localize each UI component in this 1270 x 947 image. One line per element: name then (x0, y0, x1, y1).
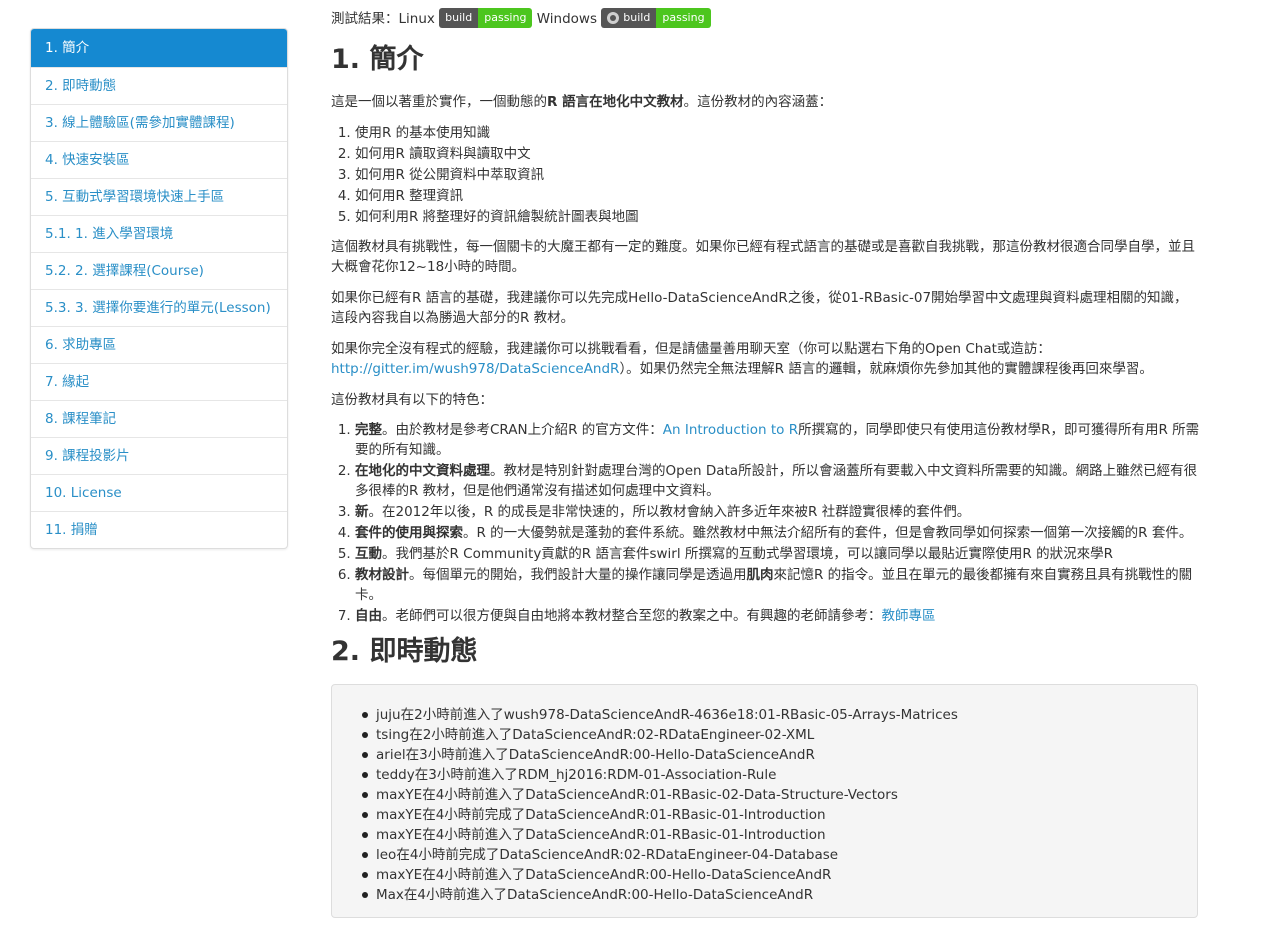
bold-text: 自由 (355, 608, 382, 624)
sidebar-item-origin[interactable]: 7. 緣起 (31, 363, 287, 400)
intro-heading: 1. 簡介 (331, 44, 424, 75)
bold-text: R 語言在地化中文教材 (547, 94, 684, 110)
gitter-link[interactable]: http://gitter.im/wush978/DataScienceAndR (331, 361, 619, 377)
badge-right-text: passing (656, 8, 711, 28)
text: 。由於教材是參考CRAN上介紹R 的官方文件： (382, 422, 663, 438)
list-item: 互動。我們基於R Community貢獻的R 語言套件swirl 所撰寫的互動式… (355, 544, 1200, 564)
activity-item: teddy在3小時前進入了RDM_hj2016:RDM-01-Associati… (362, 765, 1197, 785)
list-item: 在地化的中文資料處理。教材是特別針對處理台灣的Open Data所設計，所以會涵… (355, 461, 1200, 501)
feature-list: 完整。由於教材是參考CRAN上介紹R 的官方文件：An Introduction… (331, 420, 1200, 626)
text: ）。如果仍然完全無法理解R 語言的邏輯，就麻煩你先參加其他的實體課程後再回來學習… (619, 361, 1153, 377)
list-item: 教材設計。每個單元的開始，我們設計大量的操作讓同學是透過用肌肉來記憶R 的指令。… (355, 565, 1200, 605)
list-item: 如何用R 從公開資料中萃取資訊 (355, 165, 1200, 186)
list-item: 使用R 的基本使用知識 (355, 123, 1200, 144)
badge-right-text: passing (478, 8, 533, 28)
sidebar-item-intro[interactable]: 1. 簡介 (31, 29, 287, 67)
bold-text: 新 (355, 504, 369, 520)
teacher-zone-link[interactable]: 教師專區 (882, 608, 936, 624)
sidebar-item-live[interactable]: 2. 即時動態 (31, 67, 287, 104)
text: 。我們基於R Community貢獻的R 語言套件swirl 所撰寫的互動式學習… (382, 546, 1113, 562)
bold-text: 完整 (355, 422, 382, 438)
text: 。每個單元的開始，我們設計大量的操作讓同學是透過用 (409, 567, 747, 583)
challenge-paragraph: 這個教材具有挑戰性，每一個關卡的大魔王都有一定的難度。如果你已經有程式語言的基礎… (331, 239, 1195, 275)
sidebar-item-quick-install[interactable]: 4. 快速安裝區 (31, 141, 287, 178)
sidebar-item-choose-lesson[interactable]: 5.3. 3. 選擇你要進行的單元(Lesson) (31, 289, 287, 326)
live-heading: 2. 即時動態 (331, 636, 478, 667)
text: 如果你完全沒有程式的經驗，我建議你可以挑戰看看，但是請儘量善用聊天室（你可以點選… (331, 341, 1051, 357)
text: 。這份教材的內容涵蓋： (683, 94, 833, 110)
bold-text: 在地化的中文資料處理 (355, 463, 490, 479)
test-results: 測試結果：Linux build passing Windows build pas… (331, 8, 1200, 30)
sidebar-item-help[interactable]: 6. 求助專區 (31, 326, 287, 363)
sidebar-item-choose-course[interactable]: 5.2. 2. 選擇課程(Course) (31, 252, 287, 289)
main-content: 測試結果：Linux build passing Windows build pas… (331, 0, 1200, 918)
windows-build-badge[interactable]: build passing (601, 8, 711, 28)
sidebar-nav: 1. 簡介 2. 即時動態 3. 線上體驗區(需參加實體課程) 4. 快速安裝區… (30, 28, 288, 549)
text: 。老師們可以很方便與自由地將本教材整合至您的教案之中。有興趣的老師請參考： (382, 608, 882, 624)
text: 這是一個以著重於實作，一個動態的 (331, 94, 547, 110)
activity-list: juju在2小時前進入了wush978-DataScienceAndR-4636… (332, 705, 1197, 905)
badge-left-text: build (623, 11, 651, 24)
sidebar-item-notes[interactable]: 8. 課程筆記 (31, 400, 287, 437)
activity-item: ariel在3小時前進入了DataScienceAndR:00-Hello-Da… (362, 745, 1197, 765)
activity-item: Max在4小時前進入了DataScienceAndR:00-Hello-Data… (362, 885, 1197, 905)
bold-text: 肌肉 (746, 567, 774, 583)
features-intro: 這份教材具有以下的特色： (331, 392, 493, 408)
activity-item: juju在2小時前進入了wush978-DataScienceAndR-4636… (362, 705, 1197, 725)
sidebar-item-enter-env[interactable]: 5.1. 1. 進入學習環境 (31, 215, 287, 252)
sidebar-item-slides[interactable]: 9. 課程投影片 (31, 437, 287, 474)
bold-text: 教材設計 (355, 567, 409, 583)
list-item: 新。在2012年以後，R 的成長是非常快速的，所以教材會納入許多近年來被R 社群… (355, 502, 1200, 522)
sidebar-item-license[interactable]: 10. License (31, 474, 287, 511)
experienced-paragraph: 如果你已經有R 語言的基礎，我建議你可以先完成Hello-DataScience… (331, 290, 1188, 326)
beginner-paragraph: 如果你完全沒有程式的經驗，我建議你可以挑戰看看，但是請儘量善用聊天室（你可以點選… (331, 339, 1200, 379)
list-item: 自由。老師們可以很方便與自由地將本教材整合至您的教案之中。有興趣的老師請參考：教… (355, 606, 1200, 626)
list-item: 如何用R 讀取資料與讀取中文 (355, 144, 1200, 165)
sidebar-item-online-trial[interactable]: 3. 線上體驗區(需參加實體課程) (31, 104, 287, 141)
text: 。在2012年以後，R 的成長是非常快速的，所以教材會納入許多近年來被R 社群證… (368, 504, 971, 520)
windows-label: Windows (536, 11, 597, 27)
list-item: 如何用R 整理資訊 (355, 186, 1200, 207)
test-results-label: 測試結果：Linux (331, 11, 435, 27)
appveyor-icon (607, 12, 620, 24)
list-item: 完整。由於教材是參考CRAN上介紹R 的官方文件：An Introduction… (355, 420, 1200, 460)
bold-text: 互動 (355, 546, 382, 562)
sidebar-item-interactive-env[interactable]: 5. 互動式學習環境快速上手區 (31, 178, 287, 215)
list-item: 套件的使用與探索。R 的一大優勢就是蓬勃的套件系統。雖然教材中無法介紹所有的套件… (355, 523, 1200, 543)
topic-list: 使用R 的基本使用知識 如何用R 讀取資料與讀取中文 如何用R 從公開資料中萃取… (331, 123, 1200, 228)
linux-build-badge[interactable]: build passing (439, 8, 533, 28)
bold-text: 套件的使用與探索 (355, 525, 463, 541)
activity-item: leo在4小時前完成了DataScienceAndR:02-RDataEngin… (362, 845, 1197, 865)
activity-item: maxYE在4小時前進入了DataScienceAndR:01-RBasic-0… (362, 825, 1197, 845)
r-intro-link[interactable]: An Introduction to R (663, 422, 798, 438)
intro-paragraph: 這是一個以著重於實作，一個動態的R 語言在地化中文教材。這份教材的內容涵蓋： (331, 92, 1200, 112)
list-item: 如何利用R 將整理好的資訊繪製統計圖表與地圖 (355, 207, 1200, 228)
badge-left-text: build (439, 8, 479, 28)
text: 。R 的一大優勢就是蓬勃的套件系統。雖然教材中無法介紹所有的套件，但是會教同學如… (463, 525, 1193, 541)
activity-item: maxYE在4小時前進入了DataScienceAndR:01-RBasic-0… (362, 785, 1197, 805)
live-activity-box: juju在2小時前進入了wush978-DataScienceAndR-4636… (331, 684, 1198, 918)
activity-item: maxYE在4小時前完成了DataScienceAndR:01-RBasic-0… (362, 805, 1197, 825)
activity-item: maxYE在4小時前進入了DataScienceAndR:00-Hello-Da… (362, 865, 1197, 885)
sidebar-item-donate[interactable]: 11. 捐贈 (31, 511, 287, 548)
activity-item: tsing在2小時前進入了DataScienceAndR:02-RDataEng… (362, 725, 1197, 745)
